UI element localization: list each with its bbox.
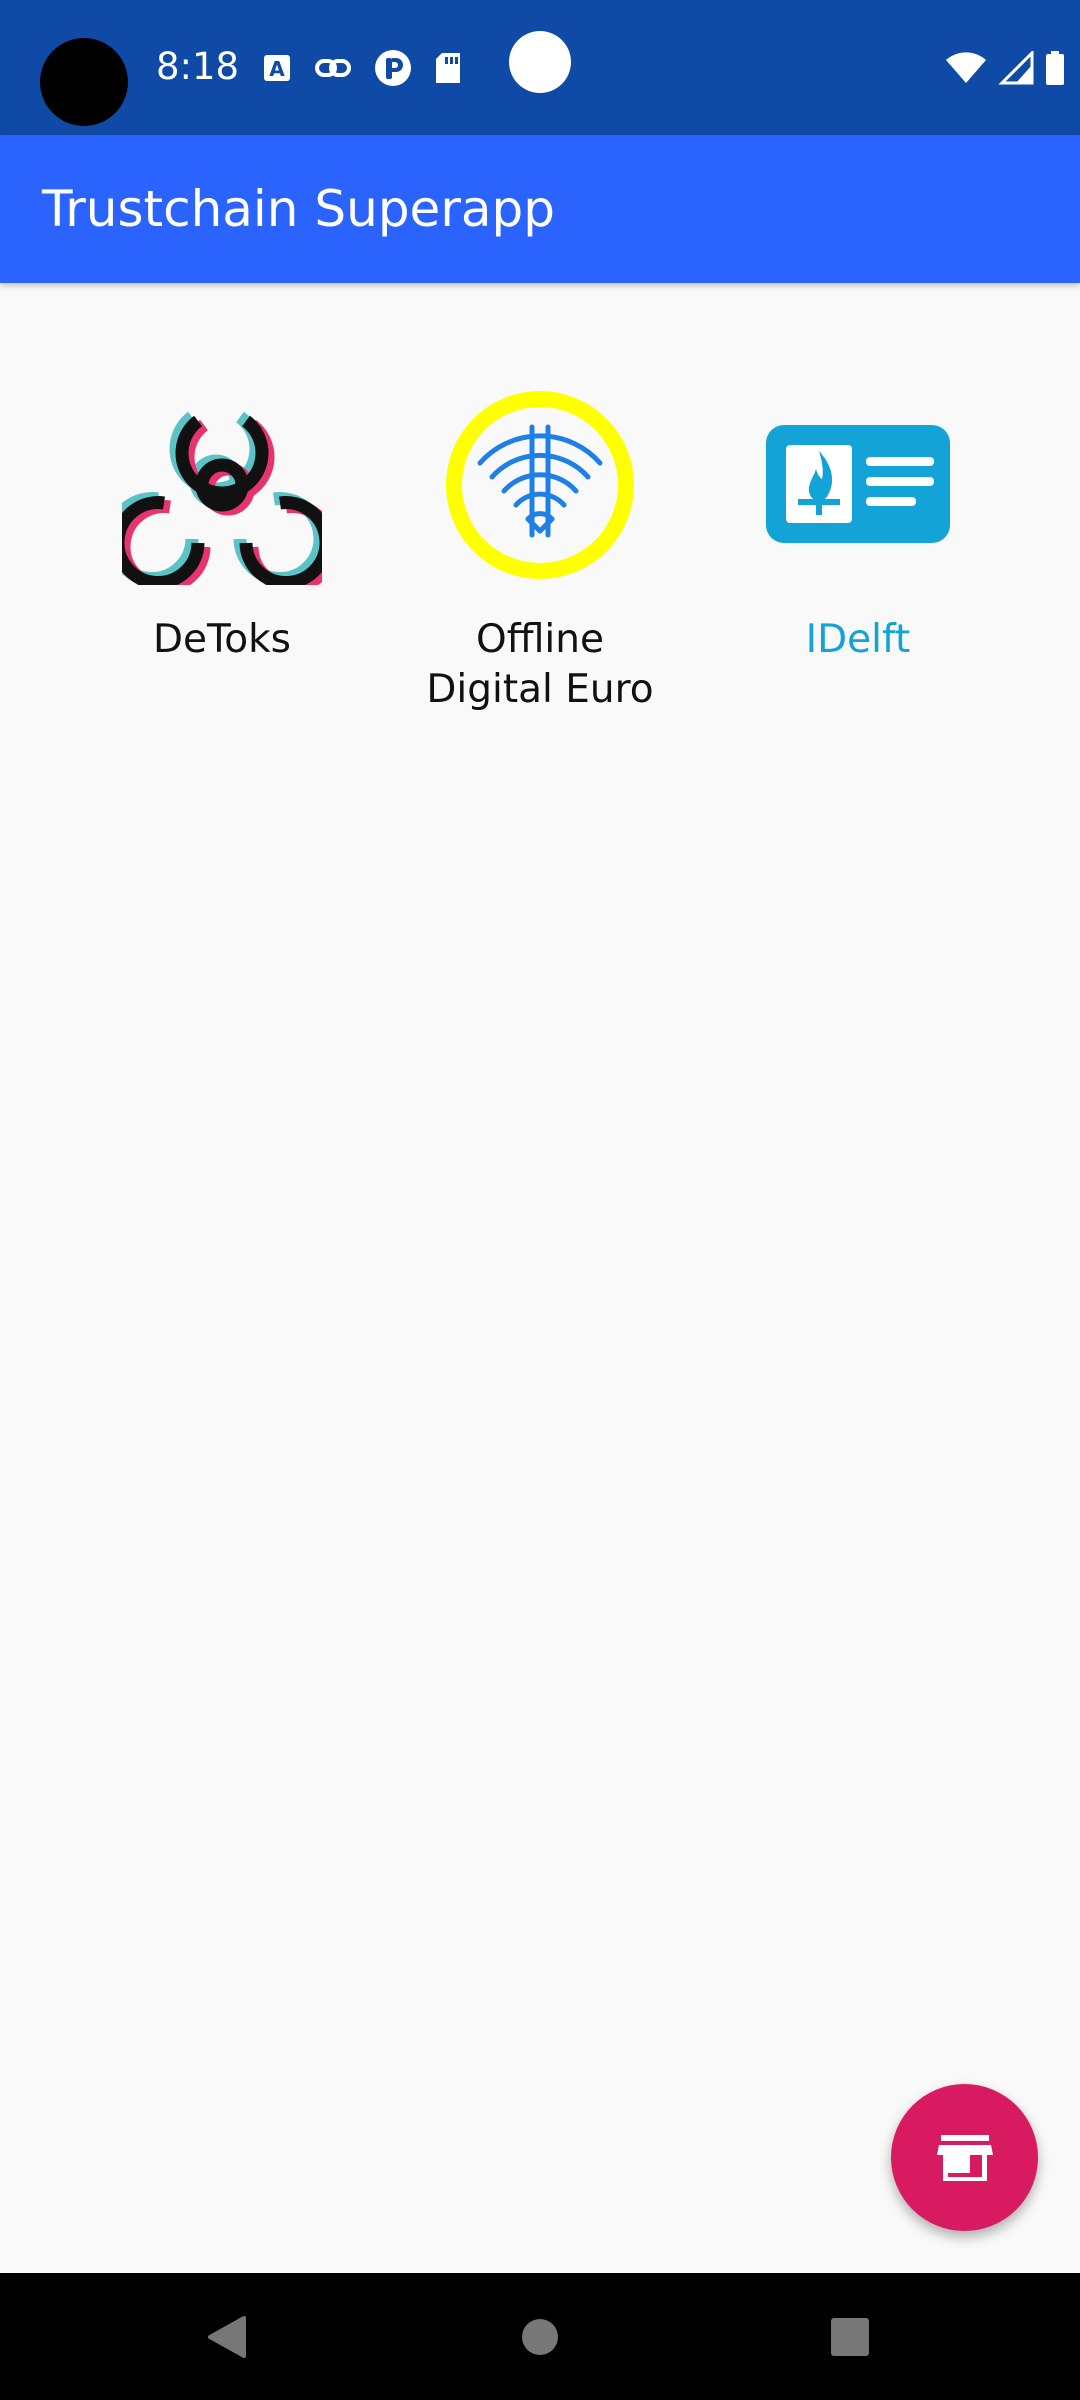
page-title: Trustchain Superapp — [42, 180, 555, 238]
status-time: 8:18 — [156, 45, 240, 88]
id-card-flame-icon — [758, 385, 958, 585]
navigation-bar — [0, 2273, 1080, 2400]
app-bar: Trustchain Superapp — [0, 135, 1080, 283]
notification-dot — [509, 31, 571, 93]
wifi-icon — [946, 52, 986, 83]
home-button[interactable] — [480, 2273, 600, 2400]
status-bar: 8:18 A — [0, 0, 1080, 135]
recents-button[interactable] — [790, 2273, 910, 2400]
back-button[interactable] — [166, 2273, 286, 2400]
back-icon — [208, 2315, 246, 2358]
app-label-detoks: DeToks — [153, 617, 291, 662]
link-icon — [315, 59, 351, 77]
store-icon — [936, 2134, 993, 2181]
text-a-icon: A — [264, 55, 290, 81]
svg-text:A: A — [269, 57, 285, 81]
store-button[interactable] — [891, 2084, 1038, 2231]
wifi-ring-icon — [440, 385, 640, 585]
app-label-offline-digital-euro: Offline Digital Euro — [390, 615, 690, 715]
camera-cutout — [40, 38, 128, 126]
notification-icons: A — [262, 48, 462, 88]
app-label-line1: Offline — [476, 617, 604, 662]
recents-icon — [831, 2317, 869, 2356]
battery-icon — [1046, 51, 1064, 85]
pinterest-icon — [375, 50, 411, 86]
app-tile-offline-digital-euro[interactable]: Offline Digital Euro — [390, 385, 690, 715]
signal-icon — [998, 51, 1034, 85]
app-tile-idelft[interactable]: IDelft — [708, 385, 1008, 665]
app-label-idelft: IDelft — [805, 617, 911, 662]
app-label-line2: Digital Euro — [426, 667, 654, 712]
screen: 8:18 A Trustchain Superapp DeToks Offlin… — [0, 0, 1080, 2400]
app-tile-detoks[interactable]: DeToks — [72, 385, 372, 665]
sd-card-icon — [436, 53, 460, 83]
home-icon — [522, 2318, 558, 2355]
biohazard-icon — [122, 385, 322, 585]
system-icons — [944, 48, 1066, 88]
